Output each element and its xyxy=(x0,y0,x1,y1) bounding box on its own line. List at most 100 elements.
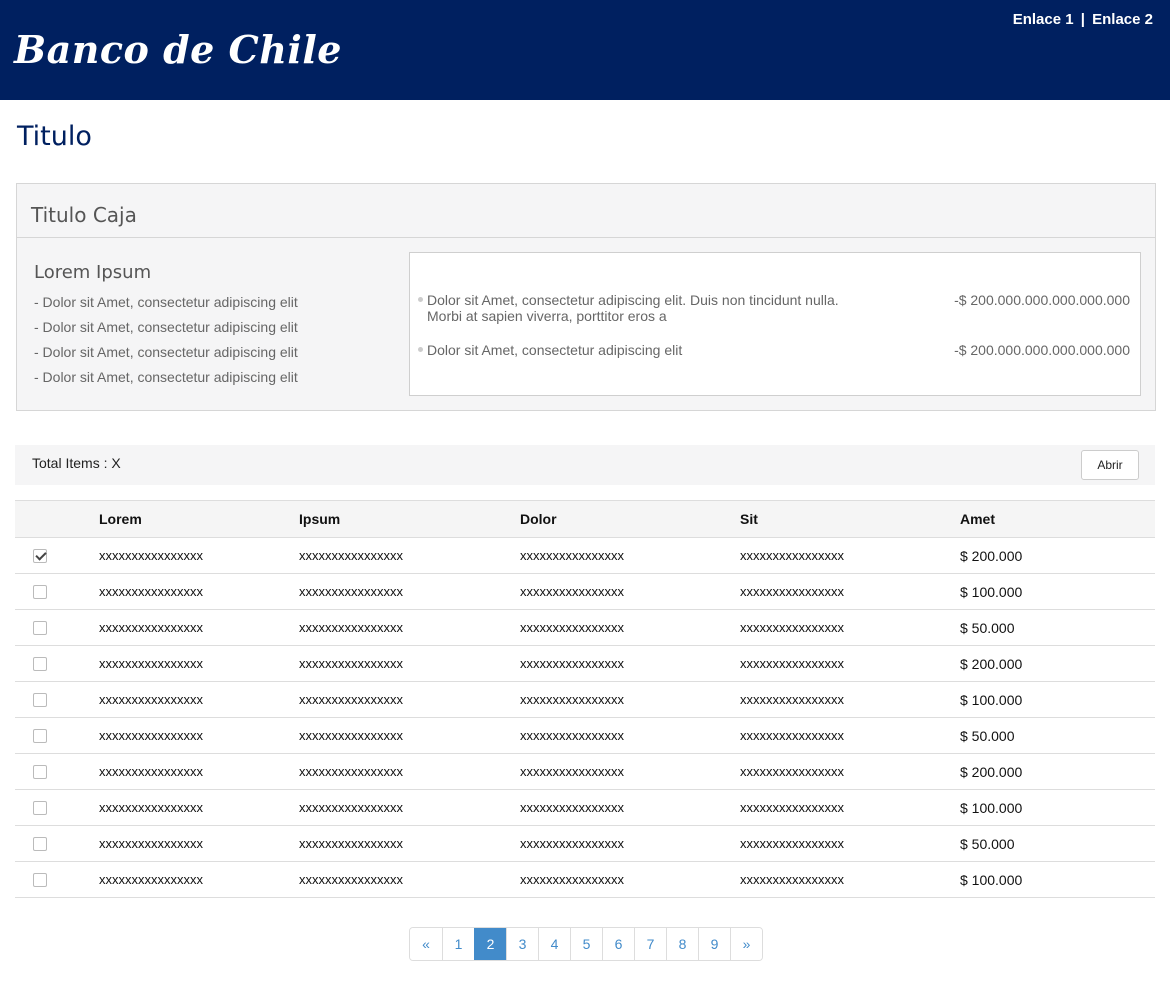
table-cell: xxxxxxxxxxxxxxxx xyxy=(520,861,740,898)
link-enlace-2[interactable]: Enlace 2 xyxy=(1092,11,1153,28)
row-checkbox[interactable] xyxy=(33,657,47,672)
table-cell: xxxxxxxxxxxxxxxx xyxy=(99,645,299,682)
table-row[interactable]: xxxxxxxxxxxxxxxx xxxxxxxxxxxxxxxx xxxxxxxx… xyxy=(15,861,1155,898)
table-cell: xxxxxxxxxxxxxxxx xyxy=(520,825,740,862)
table-row[interactable]: xxxxxxxxxxxxxxxx xxxxxxxxxxxxxxxx xxxxxxxx… xyxy=(15,825,1155,862)
table-cell: xxxxxxxxxxxxxxxx xyxy=(520,717,740,754)
row-checkbox[interactable] xyxy=(33,765,47,780)
row-checkbox[interactable] xyxy=(33,873,47,888)
detail-amount: -$ 200.000.000.000.000.000 xyxy=(954,292,1130,308)
row-checkbox[interactable] xyxy=(33,837,47,852)
table-row[interactable]: xxxxxxxxxxxxxxxx xxxxxxxxxxxxxxxx xxxxxxxx… xyxy=(15,609,1155,646)
table-cell: xxxxxxxxxxxxxxxx xyxy=(99,609,299,646)
box-title: Titulo Caja xyxy=(17,184,1155,238)
table-cell: xxxxxxxxxxxxxxxx xyxy=(520,753,740,790)
row-select-cell xyxy=(15,645,99,682)
row-select-cell xyxy=(15,609,99,646)
table-row[interactable]: xxxxxxxxxxxxxxxx xxxxxxxxxxxxxxxx xxxxxxxx… xyxy=(15,681,1155,718)
column-header[interactable]: Sit xyxy=(740,500,960,538)
table-row[interactable]: xxxxxxxxxxxxxxxx xxxxxxxxxxxxxxxx xxxxxxxx… xyxy=(15,717,1155,754)
table-cell: $ 200.000 xyxy=(960,645,1155,682)
row-checkbox[interactable] xyxy=(33,729,47,744)
table-cell: xxxxxxxxxxxxxxxx xyxy=(740,789,960,826)
page-button[interactable]: 9 xyxy=(698,928,730,960)
detail-text: Dolor sit Amet, consectetur adipiscing e… xyxy=(427,342,683,358)
box-summary: Lorem Ipsum - Dolor sit Amet, consectetu… xyxy=(34,262,298,390)
table-cell: xxxxxxxxxxxxxxxx xyxy=(299,573,520,610)
detail-text: Dolor sit Amet, consectetur adipiscing e… xyxy=(427,292,839,324)
row-checkbox[interactable] xyxy=(33,621,47,636)
table-cell: xxxxxxxxxxxxxxxx xyxy=(99,789,299,826)
row-select-cell xyxy=(15,717,99,754)
row-checkbox[interactable] xyxy=(33,801,47,816)
total-items: Total Items : X xyxy=(32,455,121,471)
open-button[interactable]: Abrir xyxy=(1081,450,1139,480)
table-cell: xxxxxxxxxxxxxxxx xyxy=(740,609,960,646)
table-cell: xxxxxxxxxxxxxxxx xyxy=(740,717,960,754)
row-select-cell xyxy=(15,573,99,610)
summary-line: - Dolor sit Amet, consectetur adipiscing… xyxy=(34,319,298,335)
detail-panel: Dolor sit Amet, consectetur adipiscing e… xyxy=(409,252,1141,396)
table-cell: xxxxxxxxxxxxxxxx xyxy=(99,753,299,790)
page-button[interactable]: 8 xyxy=(666,928,698,960)
bullet-icon xyxy=(418,347,423,352)
column-header[interactable]: Amet xyxy=(960,500,1155,538)
bank-logo[interactable]: Banco de Chile xyxy=(14,27,342,72)
link-separator: | xyxy=(1080,11,1085,28)
table-row[interactable]: xxxxxxxxxxxxxxxx xxxxxxxxxxxxxxxx xxxxxxxx… xyxy=(15,537,1155,574)
table-cell: $ 100.000 xyxy=(960,789,1155,826)
table-cell: xxxxxxxxxxxxxxxx xyxy=(99,825,299,862)
table-cell: xxxxxxxxxxxxxxxx xyxy=(99,717,299,754)
table-cell: xxxxxxxxxxxxxxxx xyxy=(520,537,740,574)
table-cell: xxxxxxxxxxxxxxxx xyxy=(99,573,299,610)
table-header-row: Lorem Ipsum Dolor Sit Amet xyxy=(15,500,1155,538)
summary-line: - Dolor sit Amet, consectetur adipiscing… xyxy=(34,344,298,360)
table-cell: $ 50.000 xyxy=(960,609,1155,646)
row-checkbox[interactable] xyxy=(33,549,47,564)
summary-line: - Dolor sit Amet, consectetur adipiscing… xyxy=(34,369,298,385)
prev-page-button[interactable]: « xyxy=(410,928,442,960)
table-toolbar: Total Items : X Abrir xyxy=(15,445,1155,485)
column-header[interactable]: Lorem xyxy=(99,500,299,538)
row-select-cell xyxy=(15,861,99,898)
table-cell: xxxxxxxxxxxxxxxx xyxy=(520,609,740,646)
row-select-cell xyxy=(15,681,99,718)
summary-heading: Lorem Ipsum xyxy=(34,262,152,283)
table-cell: xxxxxxxxxxxxxxxx xyxy=(99,861,299,898)
table-cell: xxxxxxxxxxxxxxxx xyxy=(299,825,520,862)
page-button[interactable]: 4 xyxy=(538,928,570,960)
row-checkbox[interactable] xyxy=(33,693,47,708)
page-button-current[interactable]: 2 xyxy=(474,928,506,960)
row-checkbox[interactable] xyxy=(33,585,47,600)
table-cell: $ 100.000 xyxy=(960,573,1155,610)
bullet-icon xyxy=(418,297,423,302)
column-header[interactable]: Dolor xyxy=(520,500,740,538)
page-button[interactable]: 6 xyxy=(602,928,634,960)
page-button[interactable]: 3 xyxy=(506,928,538,960)
table-cell: xxxxxxxxxxxxxxxx xyxy=(99,537,299,574)
page-button[interactable]: 1 xyxy=(442,928,474,960)
table-cell: xxxxxxxxxxxxxxxx xyxy=(299,681,520,718)
select-column-header xyxy=(15,500,99,538)
column-header[interactable]: Ipsum xyxy=(299,500,520,538)
pagination: « 1 2 3 4 5 6 7 8 9 » xyxy=(409,927,763,961)
table-row[interactable]: xxxxxxxxxxxxxxxx xxxxxxxxxxxxxxxx xxxxxxxx… xyxy=(15,645,1155,682)
page-button[interactable]: 7 xyxy=(634,928,666,960)
table-row[interactable]: xxxxxxxxxxxxxxxx xxxxxxxxxxxxxxxx xxxxxxxx… xyxy=(15,789,1155,826)
table-cell: xxxxxxxxxxxxxxxx xyxy=(520,789,740,826)
table-cell: $ 100.000 xyxy=(960,681,1155,718)
table-cell: xxxxxxxxxxxxxxxx xyxy=(740,825,960,862)
table-cell: $ 200.000 xyxy=(960,753,1155,790)
items-table: Lorem Ipsum Dolor Sit Amet xxxxxxxxxxxxx… xyxy=(15,500,1155,898)
next-page-button[interactable]: » xyxy=(730,928,762,960)
top-links: Enlace 1 | Enlace 2 xyxy=(1013,11,1153,28)
table-cell: xxxxxxxxxxxxxxxx xyxy=(520,681,740,718)
table-cell: xxxxxxxxxxxxxxxx xyxy=(740,753,960,790)
table-cell: xxxxxxxxxxxxxxxx xyxy=(299,753,520,790)
page-button[interactable]: 5 xyxy=(570,928,602,960)
table-row[interactable]: xxxxxxxxxxxxxxxx xxxxxxxxxxxxxxxx xxxxxxxx… xyxy=(15,573,1155,610)
table-cell: xxxxxxxxxxxxxxxx xyxy=(99,681,299,718)
table-cell: xxxxxxxxxxxxxxxx xyxy=(299,861,520,898)
link-enlace-1[interactable]: Enlace 1 xyxy=(1013,11,1074,28)
table-row[interactable]: xxxxxxxxxxxxxxxx xxxxxxxxxxxxxxxx xxxxxxxx… xyxy=(15,753,1155,790)
